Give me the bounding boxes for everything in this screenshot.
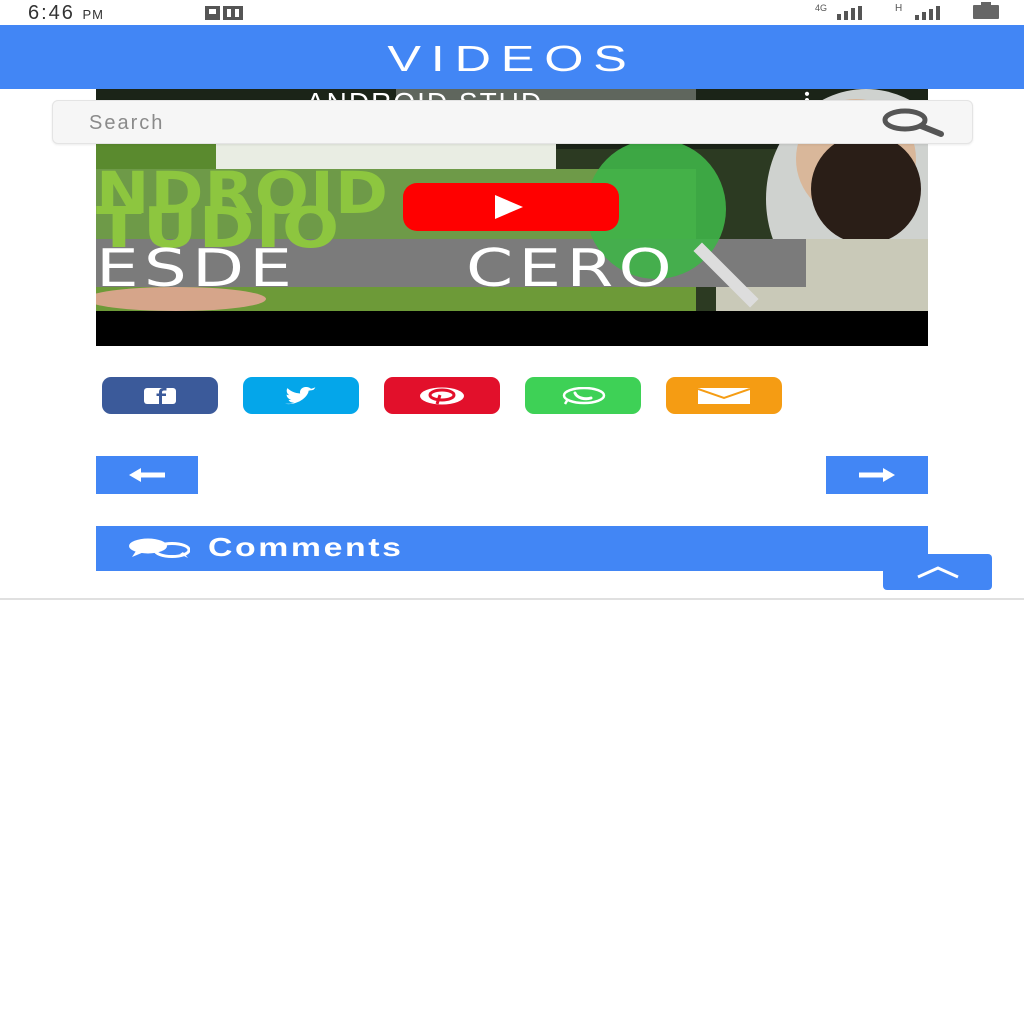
app-notification-icon [205,6,243,20]
video-controls-bar [96,311,928,346]
next-video-button[interactable] [826,456,928,494]
comments-label: Comments [208,532,404,562]
status-time-ampm: PM [82,7,104,22]
signal-4g-icon: 4G [815,4,871,20]
whatsapp-icon [562,386,606,405]
youtube-play-icon[interactable] [403,183,619,231]
video-overlay-line4: CERO [466,239,677,299]
comments-icon [129,538,190,558]
scroll-to-top-button[interactable] [883,554,992,590]
arrow-right-icon [859,468,895,482]
share-pinterest-button[interactable] [384,377,500,414]
share-twitter-button[interactable] [243,377,359,414]
signal-h-icon: H [895,4,955,20]
status-time-value: 6:46 [28,2,75,24]
battery-icon [973,2,999,19]
page-divider [0,598,1024,600]
share-whatsapp-button[interactable] [525,377,641,414]
email-icon [698,387,750,404]
video-overlay-line3: ESDE [96,239,298,299]
arrow-left-icon [129,468,165,482]
twitter-icon [285,386,317,404]
search-bar [52,100,973,144]
share-facebook-button[interactable] [102,377,218,414]
page-title: VIDEOS [387,38,637,79]
share-email-button[interactable] [666,377,782,414]
pinterest-icon [420,387,464,404]
comments-section-header[interactable]: Comments [96,526,928,571]
status-indicators: 4G H [815,2,1005,20]
facebook-icon [144,387,176,404]
search-icon[interactable] [879,107,945,137]
previous-video-button[interactable] [96,456,198,494]
chevron-up-icon [916,566,959,579]
search-input[interactable] [87,107,851,139]
status-time: 6:46 PM [28,2,104,25]
